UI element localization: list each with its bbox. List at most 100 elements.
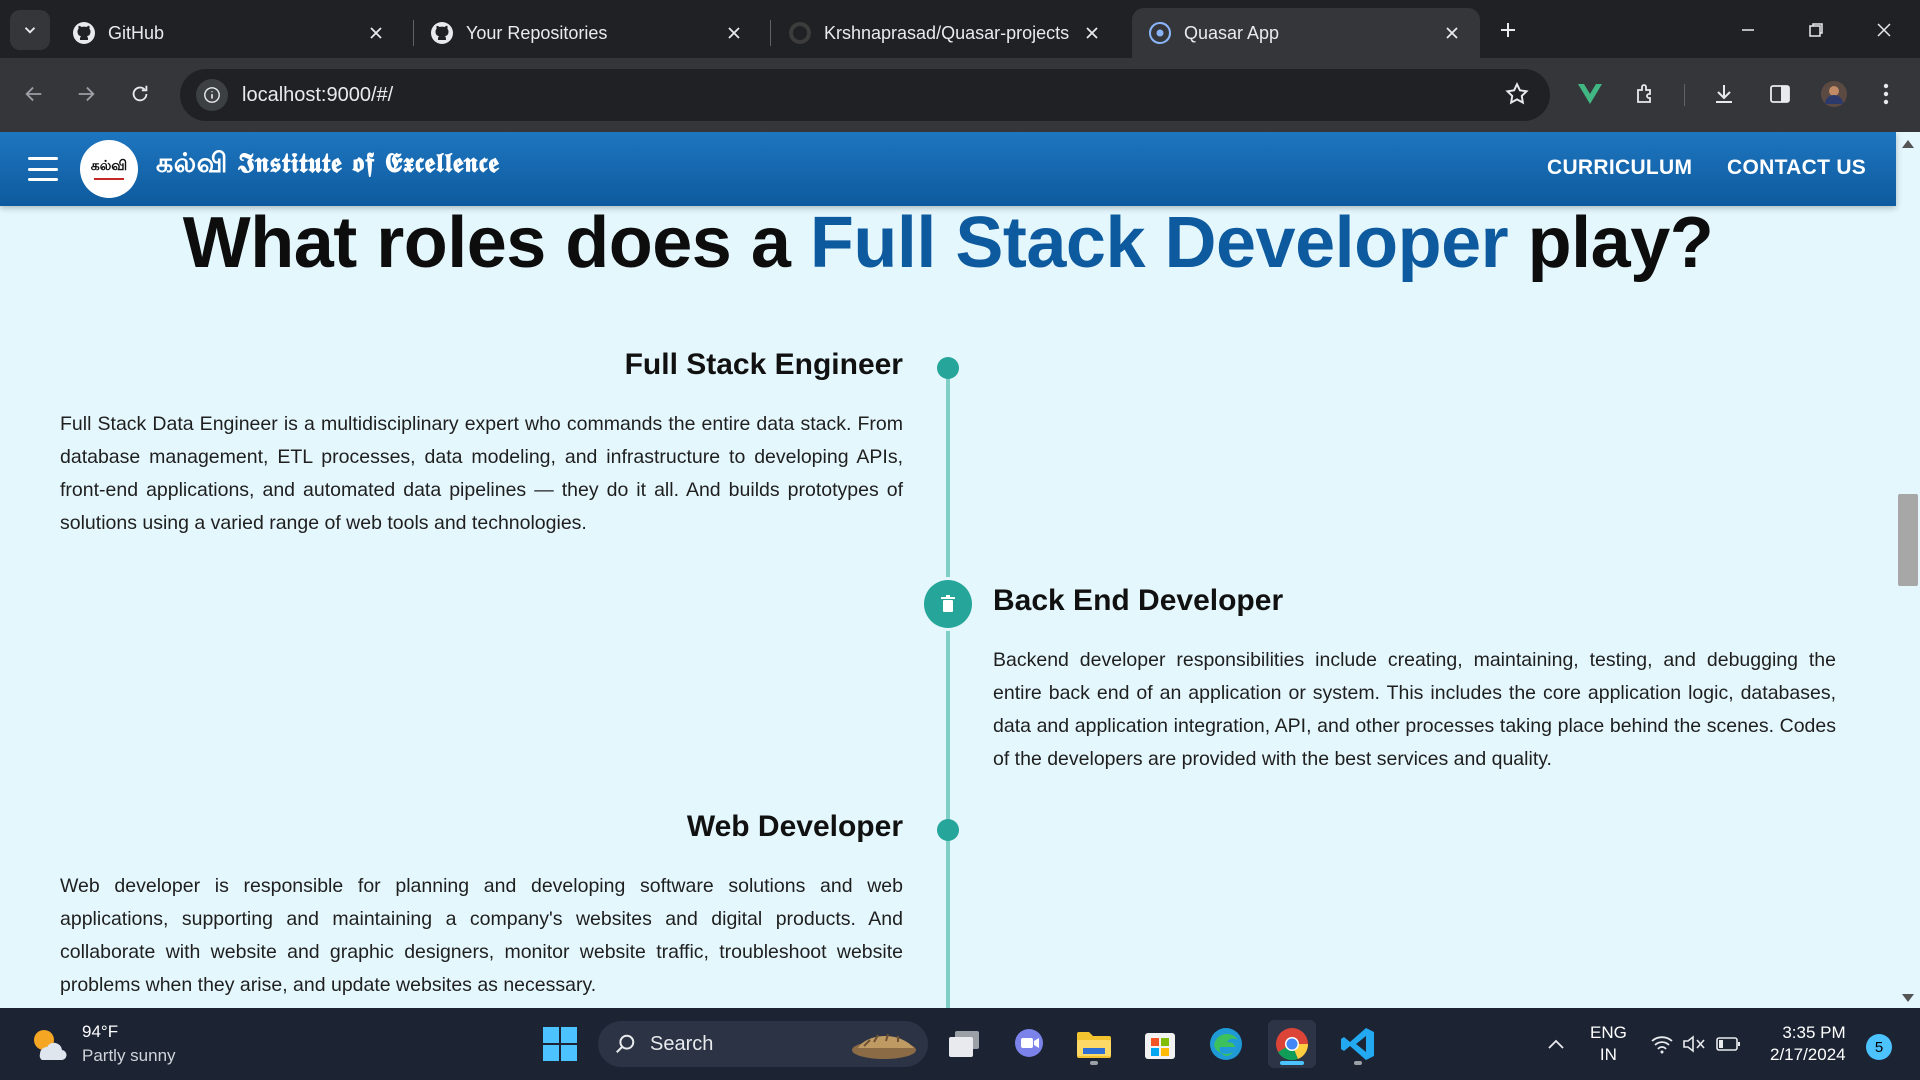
trash-icon <box>941 595 955 612</box>
windows-taskbar: 94°F Partly sunny Search ENG IN 3:35 PM … <box>0 1008 1920 1080</box>
logo-text: கல்வி <box>90 158 128 174</box>
github-icon <box>73 22 95 44</box>
back-button[interactable] <box>14 74 54 114</box>
nav-curriculum[interactable]: CURRICULUM <box>1547 156 1692 180</box>
restore-icon <box>1809 23 1823 37</box>
tab-quasar-app[interactable]: Quasar App <box>1132 8 1480 58</box>
scroll-up-arrow[interactable] <box>1902 140 1914 148</box>
chat-icon <box>1015 1029 1043 1057</box>
chevron-down-icon <box>24 27 36 34</box>
scroll-down-arrow[interactable] <box>1902 994 1914 1002</box>
close-window-button[interactable] <box>1862 10 1906 50</box>
toolbar-divider <box>1684 84 1685 106</box>
github-icon <box>431 22 453 44</box>
timeline-dot-active <box>924 580 972 628</box>
store-icon <box>1145 1033 1175 1059</box>
role-title: Full Stack Engineer <box>624 348 903 381</box>
restore-button[interactable] <box>1794 10 1838 50</box>
profile-avatar[interactable] <box>1814 74 1854 114</box>
reload-icon <box>132 85 148 102</box>
menu-icon[interactable] <box>26 155 60 183</box>
timeline-dot <box>937 357 959 379</box>
tab-title: Your Repositories <box>466 22 608 43</box>
arrow-right-icon <box>78 86 95 102</box>
folder-icon <box>1077 1032 1111 1058</box>
clock-time: 3:35 PM <box>1782 1023 1846 1042</box>
speaker-muted-icon <box>1683 1035 1705 1053</box>
weather-temp: 94°F <box>82 1022 119 1041</box>
side-panel-icon[interactable] <box>1760 74 1800 114</box>
role-description: Web developer is responsible for plannin… <box>60 875 903 996</box>
github-icon <box>789 22 811 44</box>
browser-toolbar: localhost:9000/#/ <box>0 58 1920 132</box>
microsoft-store-button[interactable] <box>1136 1020 1184 1068</box>
close-icon[interactable] <box>1440 21 1464 45</box>
show-hidden-icons-button[interactable] <box>1536 1024 1576 1064</box>
scrollbar-thumb[interactable] <box>1898 494 1918 586</box>
more-menu-icon[interactable] <box>1866 74 1906 114</box>
site-info-icon[interactable] <box>196 79 228 111</box>
role-description: Backend developer responsibilities inclu… <box>993 649 1836 770</box>
forward-button[interactable] <box>66 74 106 114</box>
role-description: Full Stack Data Engineer is a multidisci… <box>60 413 903 534</box>
tab-title: Quasar App <box>1184 22 1280 43</box>
download-icon[interactable] <box>1704 74 1744 114</box>
windows-icon <box>543 1027 577 1061</box>
chrome-button[interactable] <box>1268 1020 1316 1068</box>
close-icon <box>1877 23 1891 37</box>
app-header: கல்வி கல்வி 𝕴𝖓𝖘𝖙𝖎𝖙𝖚𝖙𝖊 𝖔𝖋 𝕰𝖝𝖈𝖊𝖑𝖑𝖊𝖓𝖈𝖊 CURR… <box>0 132 1896 206</box>
timeline-dot <box>937 819 959 841</box>
arrow-left-icon <box>25 86 42 102</box>
tab-github[interactable]: GitHub <box>56 8 404 58</box>
wifi-icon <box>1651 1036 1673 1054</box>
browser-tab-strip: GitHub Your Repositories Krshnaprasad/Qu… <box>0 0 1920 58</box>
close-icon[interactable] <box>722 21 746 45</box>
tab-quasar-projects[interactable]: Krshnaprasad/Quasar-projects <box>772 8 1120 58</box>
url-text[interactable]: localhost:9000/#/ <box>242 84 393 107</box>
close-icon[interactable] <box>1080 21 1104 45</box>
search-icon <box>616 1034 635 1053</box>
reload-button[interactable] <box>120 74 160 114</box>
timeline-line <box>946 368 950 1008</box>
nav-contact-us[interactable]: CONTACT US <box>1727 156 1866 180</box>
plus-icon <box>1501 23 1515 37</box>
search-label: Search <box>650 1032 714 1055</box>
edge-icon <box>1210 1028 1242 1060</box>
edge-button[interactable] <box>1202 1020 1250 1068</box>
vscode-button[interactable] <box>1334 1020 1382 1068</box>
address-bar[interactable]: localhost:9000/#/ <box>180 69 1550 121</box>
minimize-icon <box>1742 29 1754 31</box>
weather-widget[interactable]: 94°F Partly sunny <box>28 1020 176 1068</box>
task-view-button[interactable] <box>940 1020 988 1068</box>
notification-badge[interactable]: 5 <box>1866 1034 1892 1060</box>
vue-devtools-icon[interactable] <box>1570 74 1610 114</box>
quasar-icon <box>1149 22 1171 44</box>
extensions-icon[interactable] <box>1626 74 1666 114</box>
battery-icon <box>1716 1037 1740 1051</box>
tab-title: Krshnaprasad/Quasar-projects <box>824 22 1070 43</box>
tab-search-button[interactable] <box>10 10 50 50</box>
taskbar-search[interactable]: Search <box>598 1021 928 1067</box>
page-heading: What roles does a Full Stack Developer p… <box>182 203 1714 283</box>
brand-title[interactable]: கல்வி 𝕴𝖓𝖘𝖙𝖎𝖙𝖚𝖙𝖊 𝖔𝖋 𝕰𝖝𝖈𝖊𝖑𝖑𝖊𝖓𝖈𝖊 <box>156 148 499 183</box>
system-tray-status[interactable] <box>1644 1024 1748 1064</box>
chevron-up-icon <box>1548 1039 1564 1049</box>
close-icon[interactable] <box>364 21 388 45</box>
task-view-icon <box>949 1031 979 1057</box>
tab-your-repositories[interactable]: Your Repositories <box>414 8 762 58</box>
file-explorer-button[interactable] <box>1070 1020 1118 1068</box>
weather-desc: Partly sunny <box>82 1046 176 1065</box>
teams-chat-button[interactable] <box>1005 1020 1053 1068</box>
chrome-icon <box>1276 1028 1309 1061</box>
brand-logo[interactable]: கல்வி <box>80 140 138 198</box>
heading-accent: Full Stack Developer <box>809 203 1509 283</box>
clock[interactable]: 3:35 PM 2/17/2024 <box>1770 1022 1846 1066</box>
start-button[interactable] <box>536 1020 584 1068</box>
new-tab-button[interactable] <box>1492 14 1524 46</box>
minimize-button[interactable] <box>1726 10 1770 50</box>
vscode-icon <box>1341 1028 1374 1060</box>
page-viewport: கல்வி கல்வி 𝕴𝖓𝖘𝖙𝖎𝖙𝖚𝖙𝖊 𝖔𝖋 𝕰𝖝𝖈𝖊𝖑𝖑𝖊𝖓𝖈𝖊 CURR… <box>0 132 1920 1008</box>
bookmark-star-icon[interactable] <box>1504 81 1530 112</box>
tab-title: GitHub <box>108 22 165 43</box>
language-indicator[interactable]: ENG IN <box>1590 1022 1627 1066</box>
